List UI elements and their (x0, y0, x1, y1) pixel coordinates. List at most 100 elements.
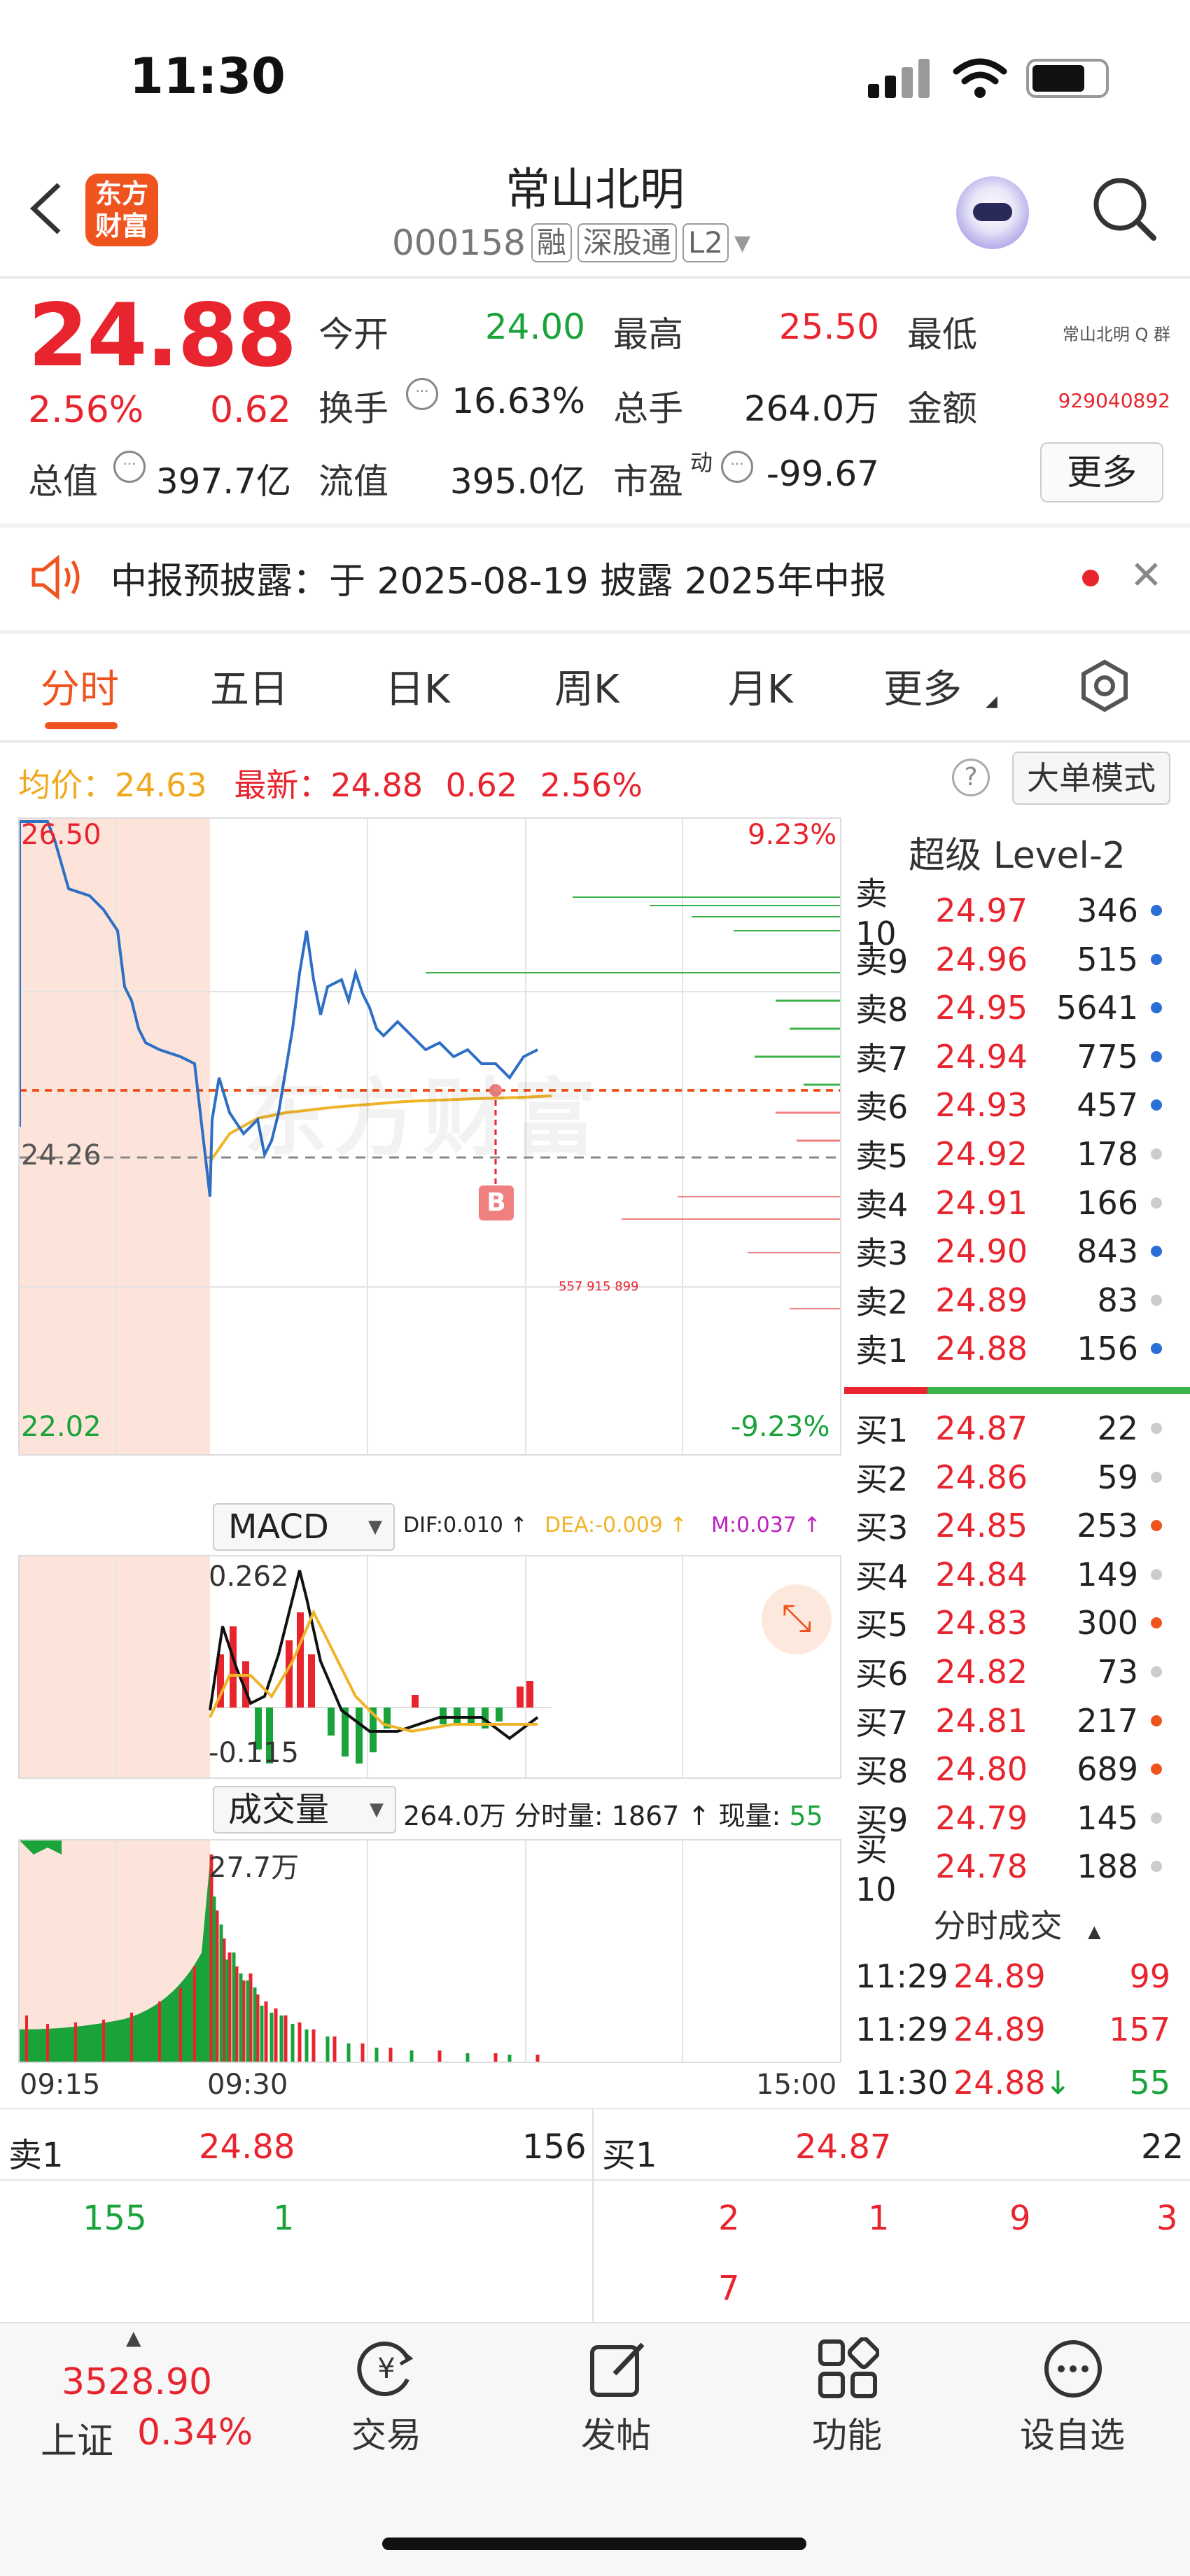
level-dot (1151, 1246, 1162, 1258)
bid-row[interactable]: 买2 24.86 59 (855, 1453, 1190, 1502)
level-price: 24.84 (935, 1555, 1028, 1593)
ask-row[interactable]: 卖6 24.93 457 (855, 1081, 1190, 1129)
ask-row[interactable]: 卖9 24.96 515 (855, 935, 1190, 984)
chevron-up-icon[interactable]: ▲ (126, 2326, 141, 2349)
tab-five-day[interactable]: 五日 (210, 658, 288, 715)
avg-label: 均价： (18, 766, 115, 804)
bid-row[interactable]: 买3 24.85 253 (855, 1501, 1190, 1550)
tick-row: 11:29 24.89 99 (855, 1950, 1190, 2003)
nav-trade[interactable]: 交易 (316, 2407, 456, 2458)
volume-info: 264.0万 分时量: 1867 ↑ 现量: 55 (403, 1794, 823, 1833)
index-name: 上证 (41, 2421, 114, 2463)
queue-buy-order: 7 (718, 2269, 740, 2308)
robot-assistant-icon[interactable] (956, 176, 1029, 249)
chevron-up-icon: ▲ (1088, 1922, 1101, 1941)
chevron-down-icon[interactable]: ▼ (734, 231, 750, 255)
ask-row[interactable]: 卖8 24.95 5641 (855, 983, 1190, 1032)
tab-weekly-k[interactable]: 周K (554, 658, 620, 715)
ask-row[interactable]: 卖3 24.90 843 (855, 1227, 1190, 1276)
trade-yen-icon[interactable]: ¥ (351, 2337, 421, 2400)
tiny-label: 557 915 899 (559, 1279, 639, 1294)
tab-monthly-k[interactable]: 月K (728, 658, 793, 715)
level-price: 24.86 (935, 1458, 1028, 1496)
big-order-mode-button[interactable]: 大单模式 (1012, 752, 1170, 805)
tick-row: 11:30 24.88 ↓ 55 (855, 2056, 1190, 2109)
intraday-chart[interactable]: 东方财富 B 557 915 899 26.50 9.23% 24.26 22.… (18, 817, 841, 1456)
queue-buy-vol: 22 (1141, 2127, 1184, 2167)
volume-max: 27.7万 (209, 1852, 300, 1884)
level-dot (1151, 1764, 1162, 1775)
bid-row[interactable]: 买7 24.81 217 (855, 1696, 1190, 1745)
bid-row[interactable]: 买6 24.82 73 (855, 1647, 1190, 1696)
level-dot (1151, 1520, 1162, 1532)
queue-buy-order: 1 (868, 2199, 890, 2238)
level-dot (1151, 1471, 1162, 1483)
time-axis-open: 09:30 (207, 2069, 288, 2101)
stock-code: 000158 (392, 223, 526, 263)
nav-add-watchlist[interactable]: 设自选 (1002, 2407, 1142, 2458)
volume-value: 264.0万 (743, 388, 879, 429)
macd-chart[interactable]: 0.262 -0.115 ⤡ (18, 1555, 841, 1779)
level-label: 买4 (855, 1557, 909, 1596)
tab-more[interactable]: 更多 (883, 658, 962, 715)
level-dot (1151, 1050, 1162, 1062)
close-icon[interactable]: ✕ (1130, 553, 1163, 598)
bid-row[interactable]: 买8 24.80 689 (855, 1745, 1190, 1794)
ask-row[interactable]: 卖2 24.89 83 (855, 1276, 1190, 1325)
bid-row[interactable]: 买5 24.83 300 (855, 1598, 1190, 1647)
level-price: 24.88 (935, 1330, 1028, 1368)
ticks-title[interactable]: 分时成交 ▲ (844, 1901, 1190, 1947)
post-edit-icon[interactable] (587, 2337, 650, 2400)
info-dots-icon[interactable]: ··· (406, 378, 438, 410)
level-volume: 59 (1097, 1458, 1138, 1496)
tag-level2: L2 (682, 223, 729, 262)
level-volume: 515 (1077, 940, 1138, 978)
level-label: 买2 (855, 1460, 909, 1498)
tick-volume: 99 (1129, 1957, 1170, 1995)
tab-daily-k[interactable]: 日K (385, 658, 450, 715)
volume-chart[interactable]: 27.7万 (18, 1839, 841, 2063)
low-label: 最低 (907, 314, 977, 355)
level-price: 24.94 (935, 1037, 1028, 1076)
level-label: 卖2 (855, 1283, 909, 1321)
bid-row[interactable]: 买4 24.84 149 (855, 1550, 1190, 1599)
volume-per-min: 分时量: 1867 ↑ (514, 1801, 710, 1831)
expand-icon[interactable]: ⤡ (762, 1584, 832, 1654)
tick-volume: 157 (1109, 2011, 1170, 2048)
level-volume: 178 (1077, 1135, 1138, 1173)
gear-icon[interactable] (1077, 658, 1133, 714)
level-dot (1151, 1812, 1162, 1824)
index-value[interactable]: 3528.90 (62, 2361, 212, 2403)
avg-price: 24.63 (115, 766, 207, 804)
help-icon[interactable]: ? (952, 759, 990, 796)
search-icon[interactable] (1089, 174, 1159, 244)
level-volume: 22 (1097, 1409, 1138, 1447)
notice-bar[interactable]: 中报预披露：于 2025-08-19 披露 2025年中报 (0, 526, 1190, 628)
nav-post[interactable]: 发帖 (546, 2407, 686, 2458)
ask-row[interactable]: 卖4 24.91 166 (855, 1178, 1190, 1227)
bid-row[interactable]: 买10 24.78 188 (855, 1831, 1190, 1908)
more-quote-button[interactable]: 更多 (1040, 442, 1163, 502)
function-grid-icon[interactable] (816, 2337, 879, 2400)
macd-lines (209, 1570, 552, 1764)
volume-selector[interactable]: 成交量 ▼ (213, 1786, 396, 1834)
ask-row[interactable]: 卖10 24.97 346 (855, 875, 1190, 952)
level-label: 买3 (855, 1509, 909, 1547)
amount-label: 金额 (907, 388, 977, 429)
tab-intraday[interactable]: 分时 (41, 658, 119, 715)
more-dots-icon[interactable] (1042, 2337, 1105, 2400)
level-label: 卖8 (855, 991, 909, 1029)
ask-row[interactable]: 卖7 24.94 775 (855, 1032, 1190, 1081)
orderbook-divider (844, 1387, 1190, 1394)
bid-row[interactable]: 买1 24.87 22 (855, 1404, 1190, 1453)
level-dot (1151, 953, 1162, 965)
buy-marker[interactable]: B (479, 1185, 514, 1220)
volume-now-label: 现量: (718, 1801, 781, 1831)
level-volume: 346 (1077, 892, 1138, 929)
ask-row[interactable]: 卖1 24.88 156 (855, 1324, 1190, 1373)
macd-selector[interactable]: MACD ▼ (213, 1503, 395, 1551)
tick-price: 24.88 (953, 2064, 1046, 2102)
nav-function[interactable]: 功能 (777, 2407, 917, 2458)
ask-row[interactable]: 卖5 24.92 178 (855, 1129, 1190, 1178)
level-volume: 149 (1077, 1555, 1138, 1593)
